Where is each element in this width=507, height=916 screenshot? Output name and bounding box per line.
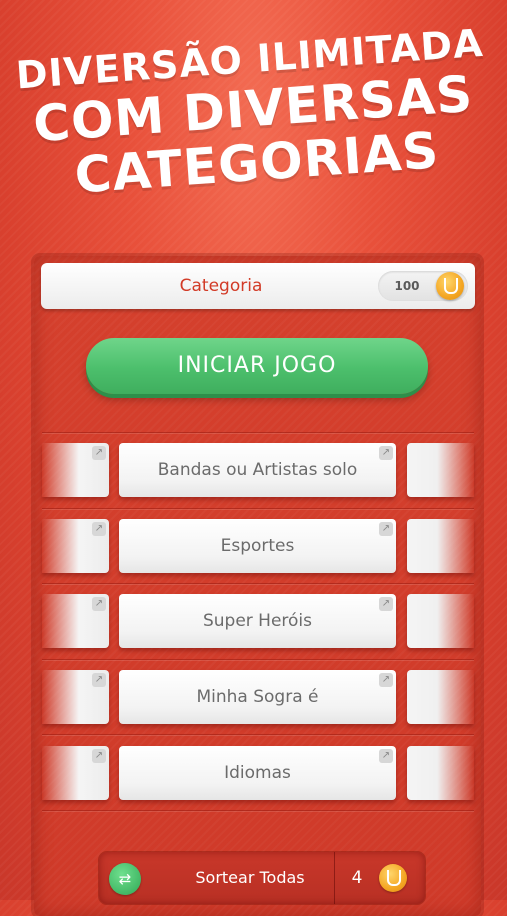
- shuffle-all-label: Sortear Todas: [195, 868, 305, 887]
- category-card-label: Idiomas: [224, 763, 291, 783]
- row-divider: [42, 432, 474, 433]
- category-card-label: Esportes: [220, 536, 295, 556]
- category-title: Categoria: [179, 276, 263, 296]
- category-row-3-next-card[interactable]: [407, 594, 474, 648]
- category-card-label: Minha Sogra é: [196, 687, 319, 707]
- expand-arrow-icon[interactable]: ↗: [92, 522, 106, 536]
- row-divider: [42, 810, 474, 811]
- row-divider: [42, 659, 474, 660]
- expand-arrow-icon[interactable]: ↗: [379, 749, 393, 763]
- row-divider: [42, 508, 474, 509]
- category-card-2[interactable]: Esportes ↗: [119, 519, 396, 573]
- expand-arrow-icon[interactable]: ↗: [92, 597, 106, 611]
- shuffle-icon[interactable]: ⇄: [109, 863, 141, 895]
- promo-headline: DIVERSÃO ILIMITADA COM DIVERSAS CATEGORI…: [0, 21, 507, 205]
- category-row-4-prev-card[interactable]: ↗: [42, 670, 109, 724]
- expand-arrow-icon[interactable]: ↗: [92, 749, 106, 763]
- expand-arrow-icon[interactable]: ↗: [379, 673, 393, 687]
- expand-arrow-icon[interactable]: ↗: [379, 597, 393, 611]
- category-row-2-prev-card[interactable]: ↗: [42, 519, 109, 573]
- coin-icon: [436, 272, 464, 300]
- category-row-5-prev-card[interactable]: ↗: [42, 746, 109, 800]
- coin-icon: [379, 864, 407, 892]
- bar-separator: [334, 852, 335, 904]
- expand-arrow-icon[interactable]: ↗: [92, 446, 106, 460]
- category-row-2-next-card[interactable]: [407, 519, 474, 573]
- category-card-label: Bandas ou Artistas solo: [157, 460, 358, 480]
- row-divider: [42, 734, 474, 735]
- category-card-label: Super Heróis: [202, 611, 313, 631]
- category-header: Categoria 100: [41, 263, 475, 309]
- shuffle-all-bar[interactable]: ⇄ Sortear Todas 4: [99, 852, 425, 904]
- category-row-5-next-card[interactable]: [407, 746, 474, 800]
- category-row-1-next-card[interactable]: [407, 443, 474, 497]
- category-card-1[interactable]: Bandas ou Artistas solo ↗: [119, 443, 396, 497]
- coin-balance-value: 100: [394, 279, 420, 293]
- coin-balance[interactable]: 100: [378, 271, 468, 301]
- category-card-3[interactable]: Super Heróis ↗: [119, 594, 396, 648]
- start-game-button[interactable]: INICIAR JOGO: [86, 338, 428, 394]
- expand-arrow-icon[interactable]: ↗: [379, 446, 393, 460]
- category-row-1-prev-card[interactable]: ↗: [42, 443, 109, 497]
- row-divider: [42, 583, 474, 584]
- category-card-5[interactable]: Idiomas ↗: [119, 746, 396, 800]
- shuffle-cost: 4: [351, 868, 363, 888]
- category-card-4[interactable]: Minha Sogra é ↗: [119, 670, 396, 724]
- expand-arrow-icon[interactable]: ↗: [92, 673, 106, 687]
- category-row-4-next-card[interactable]: [407, 670, 474, 724]
- category-row-3-prev-card[interactable]: ↗: [42, 594, 109, 648]
- expand-arrow-icon[interactable]: ↗: [379, 522, 393, 536]
